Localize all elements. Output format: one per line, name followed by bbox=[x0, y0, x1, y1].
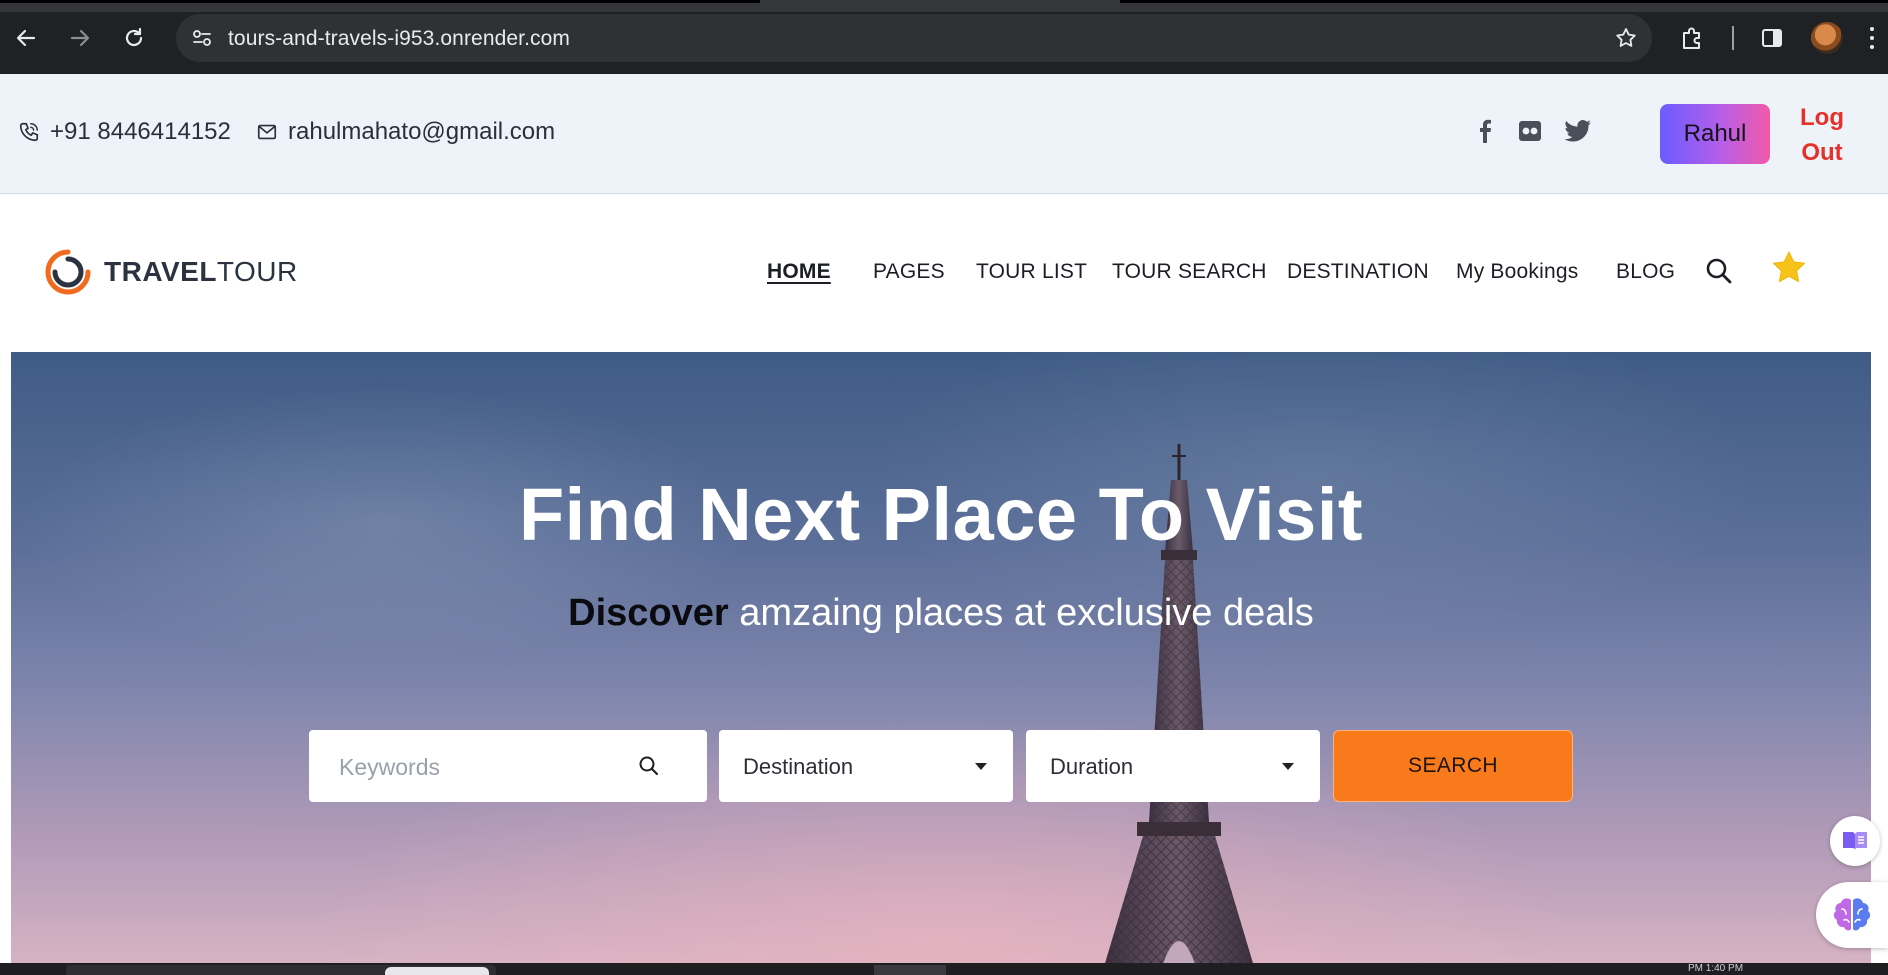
star-icon[interactable] bbox=[1770, 249, 1808, 287]
search-icon[interactable] bbox=[1704, 256, 1734, 286]
nav-tour-search[interactable]: TOUR SEARCH bbox=[1112, 260, 1267, 284]
hero-subtitle-emphasis: Discover bbox=[568, 592, 729, 634]
eiffel-tower-image bbox=[1103, 444, 1255, 970]
mail-icon bbox=[257, 124, 277, 140]
user-profile-button[interactable]: Rahul bbox=[1660, 104, 1770, 164]
chevron-down-icon bbox=[975, 763, 987, 770]
keywords-input[interactable]: Keywords bbox=[309, 730, 707, 802]
flickr-icon[interactable] bbox=[1513, 114, 1547, 148]
toolbar-divider bbox=[1732, 26, 1734, 50]
search-button[interactable]: SEARCH bbox=[1333, 730, 1573, 802]
hero-subtitle-rest: amzaing places at exclusive deals bbox=[728, 592, 1314, 634]
contact-email[interactable]: rahulmahato@gmail.com bbox=[256, 118, 555, 146]
search-icon[interactable] bbox=[637, 754, 661, 778]
nav-home[interactable]: HOME bbox=[767, 260, 831, 284]
address-bar[interactable]: tours-and-travels-i953.onrender.com bbox=[176, 14, 1652, 62]
taskbar-app-button[interactable] bbox=[874, 965, 946, 975]
url-text[interactable]: tours-and-travels-i953.onrender.com bbox=[228, 27, 570, 51]
phone-icon bbox=[19, 122, 39, 142]
more-menu-icon[interactable] bbox=[1866, 22, 1878, 54]
chevron-down-icon bbox=[1282, 763, 1294, 770]
ai-assistant-button[interactable] bbox=[1816, 882, 1888, 948]
logo-text-light: TOUR bbox=[216, 256, 298, 287]
reload-icon[interactable] bbox=[116, 20, 152, 56]
hero-banner: Find Next Place To Visit Discover amzain… bbox=[11, 352, 1871, 970]
facebook-icon[interactable] bbox=[1468, 114, 1502, 148]
book-icon bbox=[1843, 832, 1867, 850]
phone-number: +91 8446414152 bbox=[50, 118, 231, 145]
extensions-icon[interactable] bbox=[1674, 20, 1710, 56]
site-info-icon[interactable] bbox=[186, 22, 218, 54]
back-icon[interactable] bbox=[8, 20, 44, 56]
reader-widget-button[interactable] bbox=[1830, 816, 1880, 866]
duration-select[interactable]: Duration bbox=[1026, 730, 1320, 802]
keywords-placeholder: Keywords bbox=[339, 754, 440, 780]
site-header: TRAVELTOUR HOME PAGES TOUR LIST TOUR SEA… bbox=[0, 194, 1888, 352]
logout-link[interactable]: Log Out bbox=[1790, 100, 1854, 170]
logout-label-line1: Log bbox=[1800, 104, 1844, 131]
destination-select[interactable]: Destination bbox=[719, 730, 1013, 802]
taskbar-clock: PM 1:40 PM bbox=[1688, 963, 1744, 974]
taskbar-app-button[interactable] bbox=[385, 967, 489, 975]
logout-label-line2: Out bbox=[1801, 139, 1843, 166]
profile-avatar[interactable] bbox=[1811, 22, 1843, 54]
site-logo[interactable]: TRAVELTOUR bbox=[44, 246, 298, 298]
nav-tour-list[interactable]: TOUR LIST bbox=[976, 260, 1087, 284]
destination-select-value: Destination bbox=[743, 754, 854, 779]
hero-title: Find Next Place To Visit bbox=[518, 473, 1364, 556]
tab-strip-edge bbox=[1120, 0, 1888, 3]
side-panel-icon[interactable] bbox=[1754, 20, 1790, 56]
nav-destination[interactable]: DESTINATION bbox=[1287, 260, 1429, 284]
twitter-icon[interactable] bbox=[1561, 114, 1595, 148]
contact-bar: +91 8446414152 rahulmahato@gmail.com Rah… bbox=[0, 74, 1888, 194]
nav-my-bookings[interactable]: My Bookings bbox=[1456, 260, 1578, 284]
nav-blog[interactable]: BLOG bbox=[1616, 260, 1675, 284]
logo-text: TRAVELTOUR bbox=[104, 256, 298, 288]
hero-subtitle: Discover amzaing places at exclusive dea… bbox=[11, 592, 1871, 635]
forward-icon[interactable] bbox=[62, 20, 98, 56]
contact-phone[interactable]: +91 8446414152 bbox=[18, 118, 231, 146]
tab-strip-edge bbox=[0, 0, 760, 3]
browser-toolbar: tours-and-travels-i953.onrender.com bbox=[0, 0, 1888, 74]
email-address: rahulmahato@gmail.com bbox=[288, 118, 556, 145]
duration-select-value: Duration bbox=[1050, 754, 1134, 779]
brain-icon bbox=[1833, 898, 1871, 931]
bookmark-star-icon[interactable] bbox=[1612, 24, 1640, 52]
logo-text-bold: TRAVEL bbox=[104, 256, 217, 287]
logo-mark-icon bbox=[45, 249, 91, 295]
nav-pages[interactable]: PAGES bbox=[873, 260, 945, 284]
